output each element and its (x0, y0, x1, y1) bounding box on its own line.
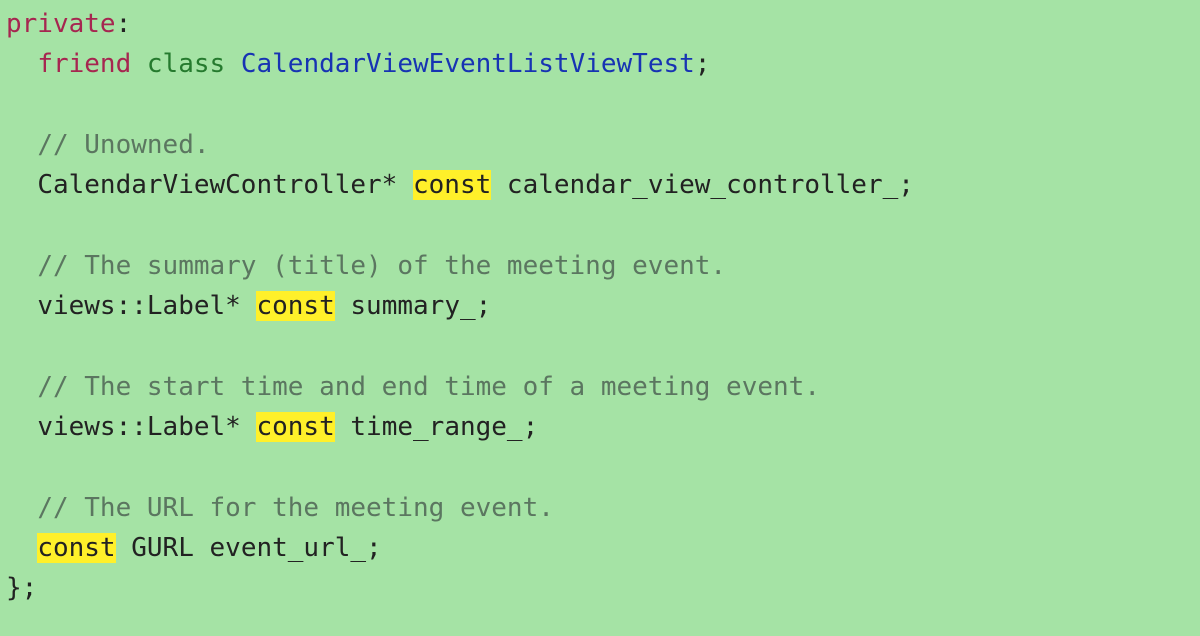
keyword-const: const (256, 291, 334, 321)
keyword-const: const (413, 170, 491, 200)
indent (6, 372, 37, 402)
keyword-const: const (37, 533, 115, 563)
indent (6, 412, 37, 442)
indent (6, 170, 37, 200)
decl-before: views::Label* (37, 291, 256, 321)
indent (6, 291, 37, 321)
decl-after: summary_; (335, 291, 492, 321)
colon: : (116, 9, 132, 39)
comment-url: // The URL for the meeting event. (37, 493, 554, 523)
type-name: CalendarViewEventListViewTest (241, 49, 695, 79)
keyword-private: private (6, 9, 116, 39)
keyword-const: const (256, 412, 334, 442)
comment-unowned: // Unowned. (37, 130, 209, 160)
keyword-class: class (147, 49, 225, 79)
decl-before: CalendarViewController* (37, 170, 413, 200)
semicolon: ; (695, 49, 711, 79)
decl-after: calendar_view_controller_; (491, 170, 914, 200)
keyword-friend: friend (37, 49, 131, 79)
indent (6, 130, 37, 160)
indent (6, 533, 37, 563)
code-block: private: friend class CalendarViewEventL… (0, 0, 1200, 612)
indent (6, 493, 37, 523)
comment-summary: // The summary (title) of the meeting ev… (37, 251, 726, 281)
closing-brace: }; (6, 573, 37, 603)
indent (6, 251, 37, 281)
decl-before: views::Label* (37, 412, 256, 442)
decl-after: time_range_; (335, 412, 539, 442)
indent (6, 49, 37, 79)
decl-after: GURL event_url_; (116, 533, 382, 563)
comment-time-range: // The start time and end time of a meet… (37, 372, 820, 402)
